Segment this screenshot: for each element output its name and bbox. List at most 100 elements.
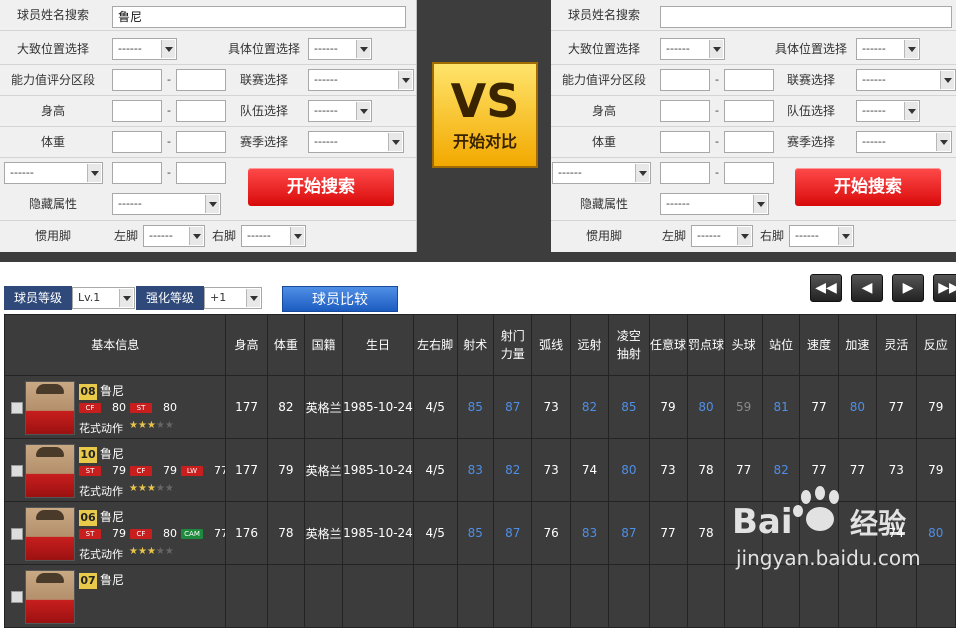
extra-max-input[interactable] (724, 162, 774, 184)
player-name[interactable]: 鲁尼 (100, 382, 124, 399)
chevron-down-icon (161, 40, 175, 58)
player-info-cell: 10鲁尼ST79CF79LW77花式动作★★★★★ (3, 438, 227, 502)
range-dash: - (715, 73, 719, 86)
general-pos-select[interactable]: ------ (660, 38, 725, 60)
hidden-attr-select[interactable]: ------ (112, 193, 221, 215)
table-row[interactable]: 07 鲁尼 (3, 564, 956, 628)
player-name[interactable]: 鲁尼 (100, 508, 124, 525)
col-header-line: 力量 (500, 347, 525, 361)
search-button[interactable]: 开始搜索 (248, 168, 394, 206)
table-header-row: 基本信息 身高 体重 国籍 生日 左右脚 射术 射门 力量 弧线 远射 凌空 抽射 … (3, 314, 956, 376)
prev-page-icon[interactable]: ◀ (851, 274, 883, 302)
search-button[interactable]: 开始搜索 (795, 168, 941, 206)
player-info-cell: 06鲁尼ST79CF80CAM77花式动作★★★★★ (3, 501, 227, 565)
height-max-input[interactable] (176, 100, 226, 122)
select-checkbox[interactable] (11, 528, 23, 540)
height-min-input[interactable] (660, 100, 710, 122)
stat-cell (342, 564, 414, 628)
right-foot-select[interactable]: ------ (789, 225, 854, 247)
star-icon: ★ (137, 420, 147, 431)
ability-max-input[interactable] (724, 69, 774, 91)
height-min-input[interactable] (112, 100, 162, 122)
right-foot-select[interactable]: ------ (241, 225, 306, 247)
vs-compare-button[interactable]: VS 开始对比 (432, 62, 538, 168)
trick-label: 花式动作 (79, 485, 123, 498)
hidden-attr-row: 隐藏属性 ------ (551, 189, 769, 219)
weight-min-input[interactable] (112, 131, 162, 153)
stat-cell: 59 (724, 375, 763, 439)
star-icon: ★ (129, 420, 138, 431)
team-select[interactable]: ------ (856, 100, 920, 122)
stat-cell: 85 (456, 375, 495, 439)
position-row: 大致位置选择 ------ 具体位置选择 ------ (551, 34, 956, 65)
chevron-down-icon (398, 71, 412, 89)
table-row[interactable]: 06鲁尼ST79CF80CAM77花式动作★★★★★17678英格兰1985-1… (3, 501, 956, 565)
ability-min-input[interactable] (660, 69, 710, 91)
specific-pos-select[interactable]: ------ (308, 38, 372, 60)
first-page-icon[interactable]: ◀◀ (810, 274, 842, 302)
left-foot-select[interactable]: ------ (143, 225, 205, 247)
specific-pos-select[interactable]: ------ (856, 38, 920, 60)
ability-max-input[interactable] (176, 69, 226, 91)
level-value: Lv.1 (78, 291, 101, 304)
col-header: 体重 (266, 314, 306, 376)
name-row: 球员姓名搜索 (551, 0, 956, 31)
range-dash: - (715, 166, 719, 179)
extra-max-input[interactable] (176, 162, 226, 184)
league-select[interactable]: ------ (856, 69, 956, 91)
league-select[interactable]: ------ (308, 69, 414, 91)
result-toolbar: 球员等级 Lv.1 强化等级 +1 球员比较 ◀◀ ◀ ▶ ▶▶ (0, 262, 956, 314)
star-icon: ★ (146, 546, 156, 557)
enhance-select[interactable]: +1 (204, 287, 262, 309)
stat-cell (456, 564, 495, 628)
name-label: 球员姓名搜索 (16, 8, 89, 22)
weight-max-input[interactable] (176, 131, 226, 153)
extra-min-input[interactable] (660, 162, 710, 184)
star-icon: ★ (155, 483, 165, 494)
team-select[interactable]: ------ (308, 100, 372, 122)
season-select[interactable]: ------ (308, 131, 404, 153)
player-table: 基本信息 身高 体重 国籍 生日 左右脚 射术 射门 力量 弧线 远射 凌空 抽射 … (3, 314, 956, 628)
height-max-input[interactable] (724, 100, 774, 122)
specific-pos-label: 具体位置选择 (774, 42, 847, 56)
weight-max-input[interactable] (724, 131, 774, 153)
col-header: 基本信息 (3, 314, 227, 376)
extra-attr-select[interactable]: ------ (4, 162, 103, 184)
last-page-icon[interactable]: ▶▶ (933, 274, 956, 302)
compare-players-button[interactable]: 球员比较 (282, 286, 398, 312)
hidden-attr-select[interactable]: ------ (660, 193, 769, 215)
col-header: 射门 力量 (493, 314, 533, 376)
ability-label: 能力值评分区段 (10, 73, 95, 87)
level-select[interactable]: Lv.1 (72, 287, 135, 309)
left-foot-select[interactable]: ------ (691, 225, 753, 247)
player-name[interactable]: 鲁尼 (100, 445, 124, 462)
extra-attr-select[interactable]: ------ (552, 162, 651, 184)
chevron-down-icon (87, 164, 101, 182)
ability-min-input[interactable] (112, 69, 162, 91)
specific-pos-value: ------ (314, 42, 338, 55)
col-header: 反应 (915, 314, 956, 376)
name-input[interactable]: 鲁尼 (112, 6, 406, 28)
stat-cell: 82 (569, 375, 610, 439)
select-checkbox[interactable] (11, 402, 23, 414)
stat-cell: 83 (456, 438, 495, 502)
col-header: 生日 (342, 314, 414, 376)
season-select[interactable]: ------ (856, 131, 952, 153)
general-pos-select[interactable]: ------ (112, 38, 177, 60)
select-checkbox[interactable] (11, 465, 23, 477)
select-checkbox[interactable] (11, 591, 23, 603)
name-input[interactable] (660, 6, 952, 28)
table-row[interactable]: 08 鲁尼 CF 80 ST 80 花式动作 ★★★★★ 177 82 英格兰 1985-10-24 4… (3, 375, 956, 439)
stat-cell: 82 (493, 438, 533, 502)
player-name[interactable]: 鲁尼 (100, 571, 124, 588)
weight-min-input[interactable] (660, 131, 710, 153)
foot-label: 惯用脚 (585, 229, 622, 243)
stat-cell: 82 (761, 438, 801, 502)
stat-cell: 85 (608, 375, 650, 439)
next-page-icon[interactable]: ▶ (892, 274, 924, 302)
table-row[interactable]: 10鲁尼ST79CF79LW77花式动作★★★★★17779英格兰1985-10… (3, 438, 956, 502)
player-avatar (25, 444, 75, 498)
chevron-down-icon (205, 195, 219, 213)
extra-min-input[interactable] (112, 162, 162, 184)
stat-cell (225, 564, 268, 628)
